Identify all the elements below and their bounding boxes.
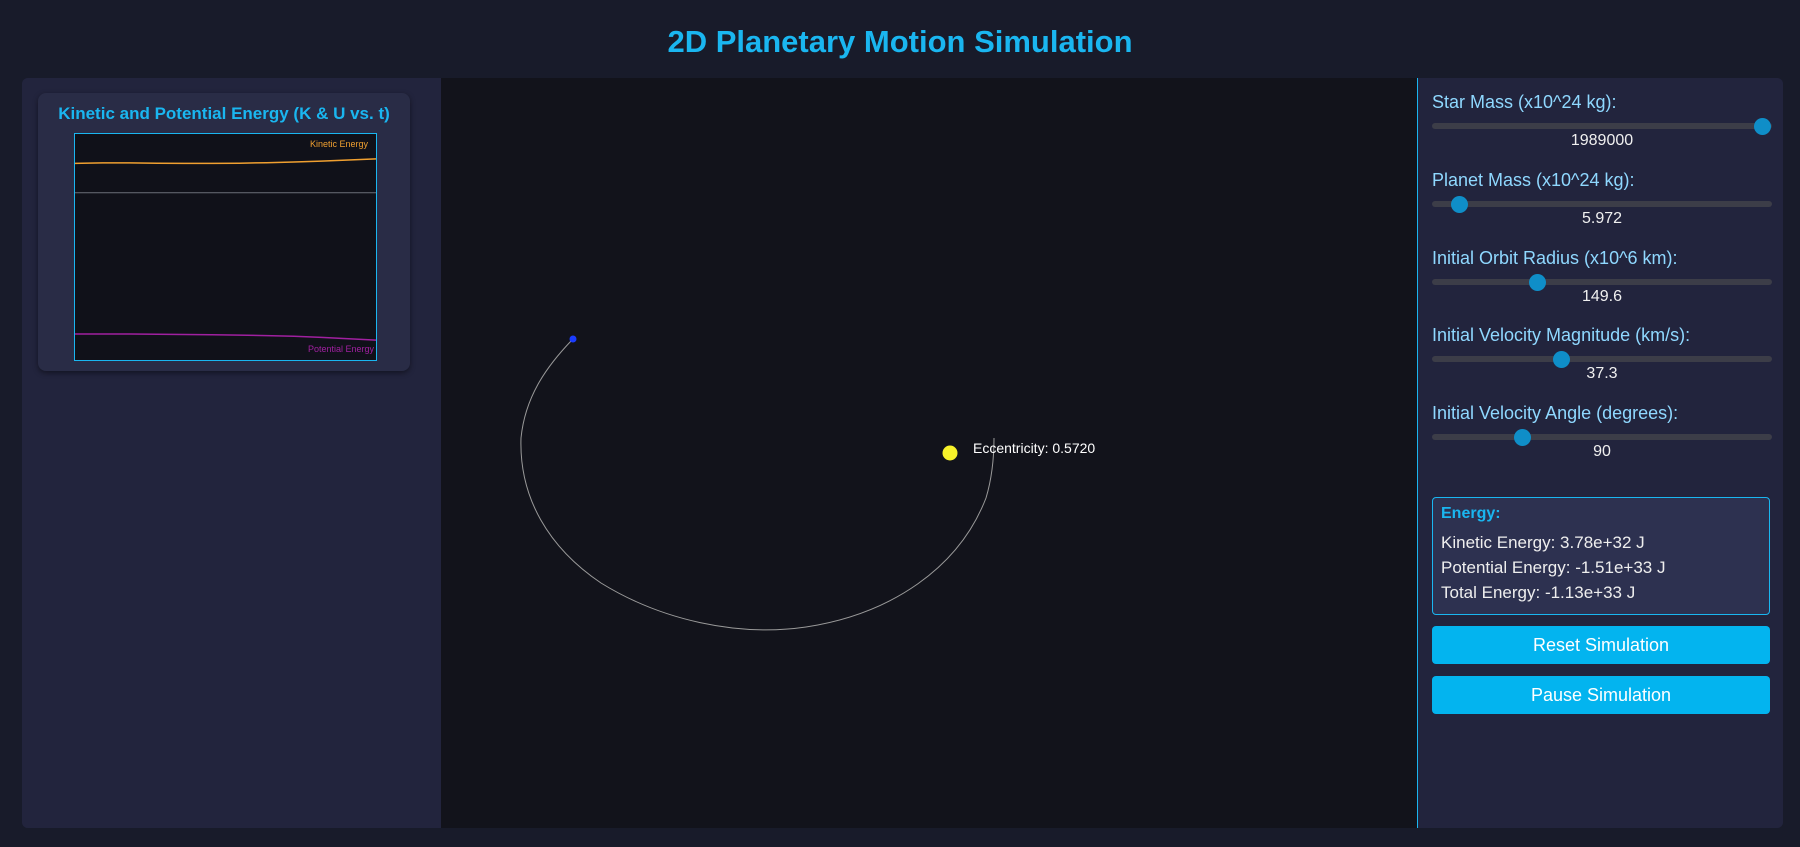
star [942,445,958,461]
energy-chart-card: Kinetic and Potential Energy (K & U vs. … [38,93,410,371]
velocity-angle-label: Initial Velocity Angle (degrees): [1432,403,1679,423]
orbit-radius-slider[interactable] [1432,274,1772,291]
velocity-magnitude-control: Initial Velocity Magnitude (km/s): 37.3 [1432,325,1772,385]
energy-info-box: Energy: Kinetic Energy: 3.78e+32 J Poten… [1432,497,1770,615]
orbit-radius-value: 149.6 [1581,288,1623,305]
control-panel: Star Mass (x10^24 kg): 1989000 Planet Ma… [1417,78,1783,828]
star-mass-slider[interactable] [1432,118,1772,135]
kinetic-energy-readout: Kinetic Energy: 3.78e+32 J [1441,533,1645,552]
orbit-radius-label: Initial Orbit Radius (x10^6 km): [1432,248,1678,268]
velocity-angle-control: Initial Velocity Angle (degrees): 90 [1432,403,1772,463]
planet-mass-control: Planet Mass (x10^24 kg): 5.972 [1432,170,1772,230]
star-mass-control: Star Mass (x10^24 kg): 1989000 [1432,92,1772,152]
eccentricity-label: Eccentricity: 0.5720 [973,440,1095,456]
simulation-svg: Eccentricity: 0.5720 [520,335,1095,631]
velocity-magnitude-label: Initial Velocity Magnitude (km/s): [1432,325,1691,345]
star-mass-value: 1989000 [1570,132,1634,149]
total-energy-readout: Total Energy: -1.13e+33 J [1441,583,1636,602]
app-container: Kinetic and Potential Energy (K & U vs. … [22,78,1783,828]
potential-energy-legend: Potential Energy [308,344,375,354]
orbit-path [520,339,995,631]
planet-mass-slider[interactable] [1432,196,1772,213]
energy-chart-title: Kinetic and Potential Energy (K & U vs. … [58,104,390,123]
chart-background [74,133,377,361]
velocity-magnitude-value: 37.3 [1586,365,1618,382]
pause-simulation-button[interactable]: Pause Simulation [1432,676,1770,714]
velocity-angle-slider[interactable] [1432,429,1772,446]
orbit-radius-control: Initial Orbit Radius (x10^6 km): 149.6 [1432,248,1772,308]
reset-simulation-button[interactable]: Reset Simulation [1432,626,1770,664]
velocity-magnitude-slider[interactable] [1432,351,1772,368]
left-panel: Kinetic and Potential Energy (K & U vs. … [22,78,441,828]
kinetic-energy-legend: Kinetic Energy [310,139,369,149]
energy-info-title: Energy: [1441,505,1501,522]
planet [569,335,577,343]
potential-energy-readout: Potential Energy: -1.51e+33 J [1441,558,1666,577]
planet-mass-label: Planet Mass (x10^24 kg): [1432,170,1635,190]
page-title: 2D Planetary Motion Simulation [667,24,1133,59]
simulation-canvas[interactable]: Eccentricity: 0.5720 [441,78,1417,828]
energy-chart: Kinetic Energy Potential Energy [74,133,377,361]
star-mass-label: Star Mass (x10^24 kg): [1432,92,1617,112]
planet-mass-value: 5.972 [1581,210,1623,227]
velocity-angle-value: 90 [1593,443,1611,460]
